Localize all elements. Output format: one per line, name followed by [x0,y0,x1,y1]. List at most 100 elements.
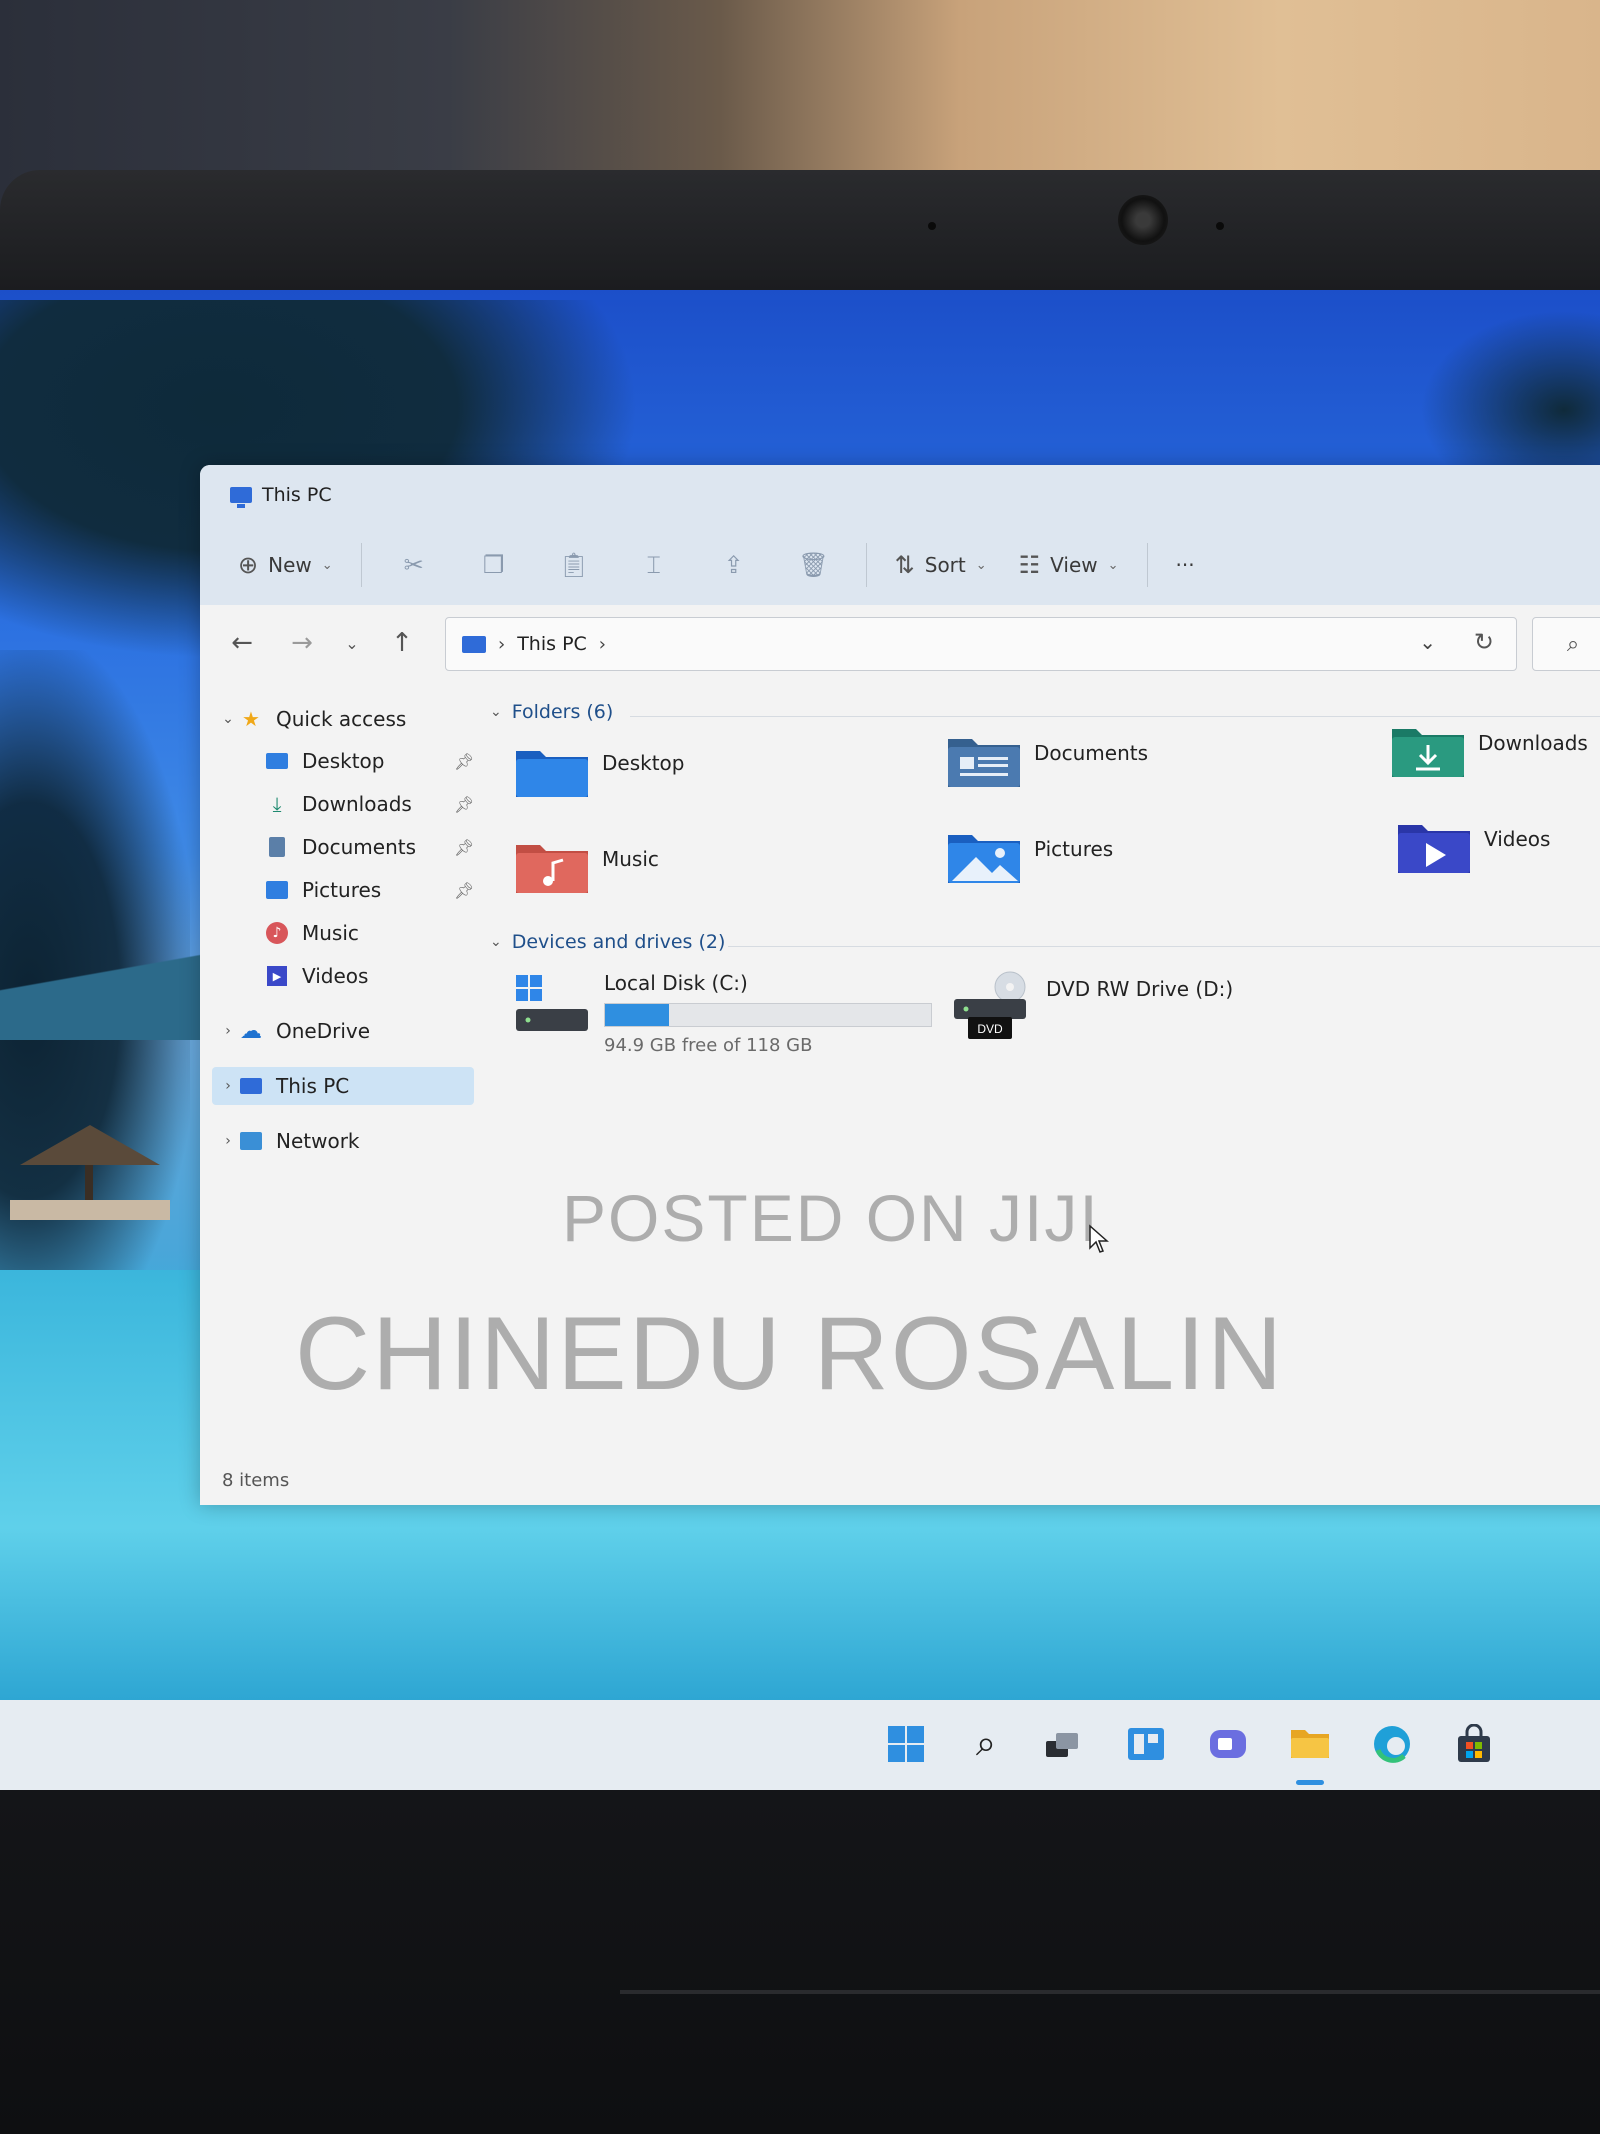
folder-pictures[interactable]: Pictures [946,827,1113,887]
status-bar-item-count: 8 items [222,1470,290,1491]
rename-icon: ⌶ [646,551,661,579]
music-folder-icon [516,845,588,893]
search-icon: ⌕ [1566,631,1580,657]
share-button[interactable]: ⇪ [694,540,774,590]
sort-button[interactable]: ⇅ Sort ⌄ [879,540,1003,590]
cut-icon: ✂ [403,551,424,579]
pictures-icon [264,879,290,901]
chevron-right-icon[interactable]: › [218,1133,238,1149]
pin-icon[interactable]: 📌︎ [454,795,482,814]
sidebar-item-this-pc[interactable]: › This PC [218,1068,349,1104]
arrow-left-icon: ← [231,628,253,658]
chevron-right-icon[interactable]: › [218,1078,238,1094]
delete-button[interactable]: 🗑︎ [774,540,854,590]
videos-folder-icon [1398,825,1470,873]
dvd-drive-icon: DVD [954,971,1026,1039]
folder-label: Pictures [1034,837,1114,861]
copy-icon: ❐ [482,551,505,579]
new-button[interactable]: ⊕ New ⌄ [222,540,349,590]
view-button[interactable]: ☷ View ⌄ [1003,540,1135,590]
sidebar-item-label: Desktop [302,749,385,773]
this-pc-icon [230,487,252,508]
title-bar[interactable]: This PC [200,465,1600,525]
chevron-down-icon: ⌄ [222,711,234,727]
webcam [1118,195,1168,245]
microphone-dot [1216,222,1224,230]
start-button[interactable] [884,1722,928,1766]
chat-button[interactable] [1206,1722,1250,1766]
sidebar-quick-access[interactable]: ⌄ ★ Quick access [218,701,406,737]
breadcrumb-this-pc[interactable]: This PC [517,633,587,655]
chat-camera-icon [1210,1730,1246,1758]
group-divider [630,716,1600,717]
sidebar-item-pictures[interactable]: Pictures 📌︎ [264,872,474,908]
microsoft-store-button[interactable] [1452,1722,1496,1766]
sidebar-item-downloads[interactable]: ⤓ Downloads 📌︎ [264,786,475,822]
folder-downloads[interactable]: Downloads [1390,721,1588,781]
folder-videos[interactable]: Videos [1396,817,1550,877]
edge-browser-button[interactable] [1370,1722,1414,1766]
arrow-right-icon: → [291,628,313,658]
paste-button[interactable]: 📋︎ [534,540,614,590]
breadcrumb-separator[interactable]: › [599,634,606,655]
sidebar-item-documents[interactable]: Documents 📌︎ [264,829,474,865]
forward-button[interactable]: → [272,628,332,658]
folders-group-header[interactable]: ⌄ Folders (6) [490,701,613,723]
more-dots-icon: ··· [1175,553,1195,577]
recent-locations-button[interactable]: ⌄ [332,634,372,653]
window-title: This PC [262,484,332,506]
cut-button[interactable]: ✂ [374,540,454,590]
folder-label: Documents [1034,741,1149,765]
file-explorer-taskbar-button[interactable] [1288,1722,1332,1766]
chevron-down-icon: ⌄ [490,704,502,720]
mountain-shape [0,930,220,1040]
active-app-indicator [1296,1780,1324,1785]
chevron-right-icon[interactable]: › [218,1023,238,1039]
command-bar: ⊕ New ⌄ ✂ ❐ 📋︎ ⌶ ⇪ 🗑︎ ⇅ Sort ⌄ ☷ View ⌄ … [200,525,1600,606]
folder-desktop[interactable]: Desktop [514,741,684,801]
sidebar-item-label: Pictures [302,878,382,902]
folder-music[interactable]: Music [514,837,659,897]
folder-documents[interactable]: Documents [946,731,1148,791]
drive-label: DVD RW Drive (D:) [1046,977,1234,1001]
task-view-button[interactable] [1040,1722,1084,1766]
toolbar-divider [360,543,362,587]
refresh-icon[interactable]: ↻ [1474,628,1494,656]
more-options-button[interactable]: ··· [1160,540,1211,590]
sidebar-item-label: Downloads [302,792,412,816]
sidebar-item-desktop[interactable]: Desktop 📌︎ [264,743,474,779]
up-button[interactable]: ↑ [372,628,432,658]
download-arrow-icon: ⤓ [272,792,282,816]
desktop-icon [264,750,290,772]
widgets-button[interactable] [1124,1722,1168,1766]
drive-dvd-rw-d[interactable]: DVD DVD RW Drive (D:) [952,971,1233,1043]
rename-button[interactable]: ⌶ [614,540,694,590]
navigation-row: ← → ⌄ ↑ › This PC › ⌄ ↻ ⌕ [200,605,1600,681]
delete-icon: 🗑︎ [798,551,829,579]
drive-usage-bar [604,1003,932,1027]
widgets-icon [1128,1728,1164,1760]
sidebar-item-music[interactable]: ♪ Music [264,915,359,951]
sidebar-item-videos[interactable]: ▶ Videos [264,958,368,994]
sidebar-item-label: Documents [302,835,417,859]
drives-group-header[interactable]: ⌄ Devices and drives (2) [490,931,725,953]
copy-button[interactable]: ❐ [454,540,534,590]
microphone-dot [928,222,936,230]
this-pc-icon [238,1075,264,1097]
address-bar[interactable]: › This PC › ⌄ ↻ [445,617,1517,671]
sidebar-item-network[interactable]: › Network [218,1123,359,1159]
back-button[interactable]: ← [212,628,272,658]
sidebar-item-onedrive[interactable]: › ☁ OneDrive [218,1013,370,1049]
folder-label: Music [602,847,659,871]
downloads-folder-icon [1392,729,1464,777]
desktop-folder-icon [516,751,588,797]
drive-local-disk-c[interactable]: Local Disk (C:) 94.9 GB free of 118 GB [514,971,932,1056]
address-dropdown-icon[interactable]: ⌄ [1419,630,1436,654]
store-bag-icon [1458,1724,1490,1762]
taskbar-search-button[interactable]: ⌕ [964,1722,1008,1766]
folder-label: Desktop [602,751,685,775]
search-box[interactable]: ⌕ [1532,617,1600,671]
document-icon [264,836,290,858]
pin-icon[interactable]: 📌︎ [454,838,486,857]
group-header-label: Folders (6) [511,701,614,723]
